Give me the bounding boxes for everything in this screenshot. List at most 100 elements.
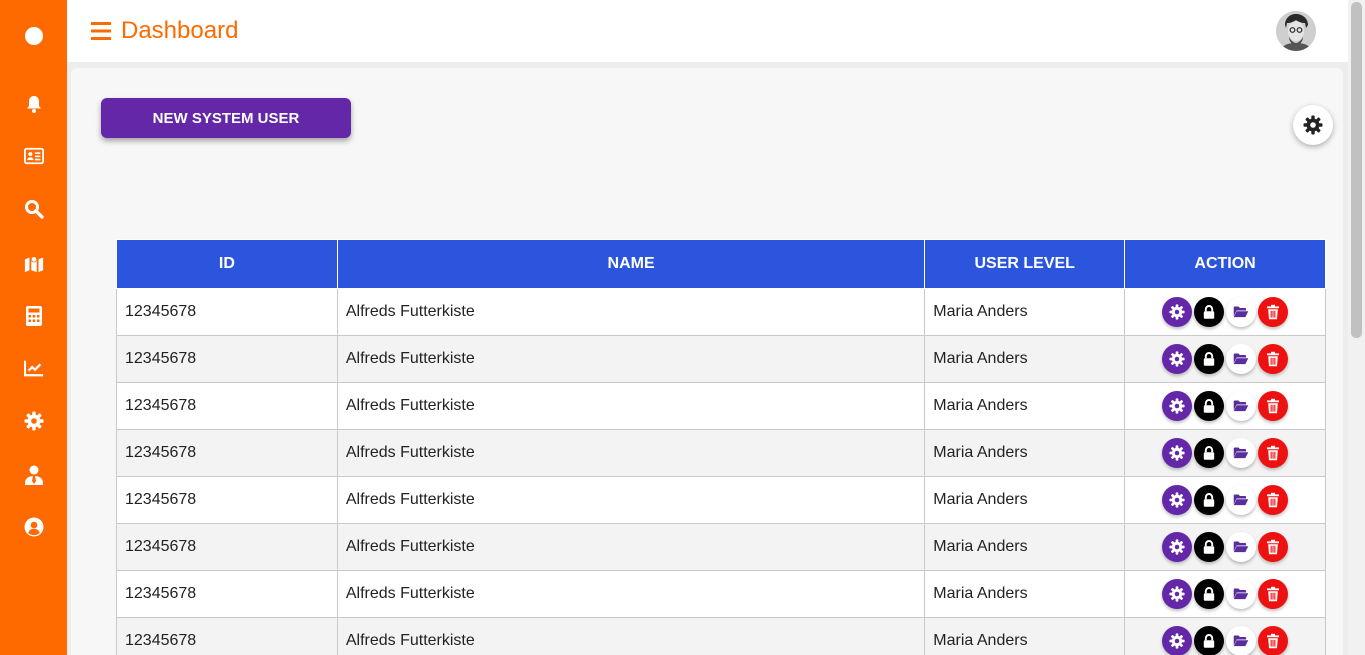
sidebar-item-users[interactable] [0,455,67,495]
cell-user-level: Maria Anders [924,617,1126,655]
column-header-action: ACTION [1124,239,1326,289]
edit-settings-button[interactable] [1162,438,1193,468]
cell-id: 12345678 [116,382,338,430]
delete-user-button[interactable] [1258,485,1289,515]
delete-user-button[interactable] [1258,344,1289,374]
column-header-user-level[interactable]: USER LEVEL [924,239,1126,289]
lock-user-button[interactable] [1194,485,1225,515]
table-row[interactable]: 12345678 Alfreds Futterkiste Maria Anders [116,570,1326,618]
sidebar-item-map[interactable] [0,243,67,283]
lock-user-button[interactable] [1194,579,1225,609]
column-header-name[interactable]: NAME [336,239,926,289]
scrollbar-thumb[interactable] [1351,2,1362,338]
open-folder-button[interactable] [1226,344,1257,374]
sidebar [0,0,67,655]
sidebar-item-calculator[interactable] [0,296,67,336]
edit-settings-button[interactable] [1162,532,1193,562]
open-folder-button[interactable] [1226,297,1257,327]
cell-actions [1124,382,1326,430]
folder-open-icon [1233,447,1249,459]
open-folder-button[interactable] [1226,391,1257,421]
table-row[interactable]: 12345678 Alfreds Futterkiste Maria Anders [116,429,1326,477]
gear-icon [1303,115,1323,135]
table-row[interactable]: 12345678 Alfreds Futterkiste Maria Anders [116,476,1326,524]
table-row[interactable]: 12345678 Alfreds Futterkiste Maria Anders [116,617,1326,655]
cell-actions [1124,523,1326,571]
lock-user-button[interactable] [1194,532,1225,562]
sidebar-item-home[interactable] [0,16,67,56]
folder-open-icon [1233,635,1249,647]
lock-user-button[interactable] [1194,438,1225,468]
table-row[interactable]: 12345678 Alfreds Futterkiste Maria Anders [116,288,1326,336]
page-scrollbar[interactable] [1348,0,1365,655]
cell-id: 12345678 [116,335,338,383]
cell-user-level: Maria Anders [924,288,1126,336]
table-row[interactable]: 12345678 Alfreds Futterkiste Maria Anders [116,382,1326,430]
sidebar-item-profile[interactable] [0,507,67,547]
sidebar-item-search[interactable] [0,189,67,229]
gear-icon [1169,351,1185,367]
avatar[interactable] [1276,11,1316,51]
cell-id: 12345678 [116,523,338,571]
lock-icon [1203,352,1215,366]
user-tie-icon [24,465,43,485]
delete-user-button[interactable] [1258,438,1289,468]
cell-name: Alfreds Futterkiste [336,382,926,430]
edit-settings-button[interactable] [1162,485,1193,515]
chart-line-icon [23,360,43,377]
delete-user-button[interactable] [1258,626,1289,655]
trash-icon [1267,398,1280,414]
cell-actions [1124,570,1326,618]
table-row[interactable]: 12345678 Alfreds Futterkiste Maria Anders [116,335,1326,383]
trash-icon [1267,586,1280,602]
lock-icon [1203,493,1215,507]
gear-icon [1169,539,1185,555]
circle-icon [24,27,43,45]
delete-user-button[interactable] [1258,391,1289,421]
cell-id: 12345678 [116,617,338,655]
edit-settings-button[interactable] [1162,297,1193,327]
lock-icon [1203,540,1215,554]
gear-icon [1169,398,1185,414]
table-row[interactable]: 12345678 Alfreds Futterkiste Maria Anders [116,523,1326,571]
gear-icon [1169,633,1185,649]
bell-icon [26,96,41,113]
delete-user-button[interactable] [1258,532,1289,562]
trash-icon [1267,304,1280,320]
edit-settings-button[interactable] [1162,626,1193,655]
sidebar-item-notifications[interactable] [0,84,67,124]
open-folder-button[interactable] [1226,438,1257,468]
column-header-id[interactable]: ID [116,239,338,289]
cell-name: Alfreds Futterkiste [336,288,926,336]
lock-icon [1203,305,1215,319]
sidebar-item-contacts[interactable] [0,136,67,176]
table-body: 12345678 Alfreds Futterkiste Maria Anders 1… [116,288,1326,655]
cell-name: Alfreds Futterkiste [336,429,926,477]
open-folder-button[interactable] [1226,532,1257,562]
trash-icon [1267,492,1280,508]
lock-user-button[interactable] [1194,344,1225,374]
settings-fab-button[interactable] [1293,105,1333,145]
open-folder-button[interactable] [1226,626,1257,655]
lock-user-button[interactable] [1194,391,1225,421]
lock-user-button[interactable] [1194,626,1225,655]
edit-settings-button[interactable] [1162,579,1193,609]
edit-settings-button[interactable] [1162,391,1193,421]
lock-user-button[interactable] [1194,297,1225,327]
table-header-row: ID NAME USER LEVEL ACTION [116,239,1326,289]
open-folder-button[interactable] [1226,485,1257,515]
sidebar-item-settings[interactable] [0,401,67,441]
search-icon [24,200,44,219]
lock-icon [1203,446,1215,460]
delete-user-button[interactable] [1258,297,1289,327]
gear-icon [1169,586,1185,602]
id-card-icon [23,147,44,165]
user-avatar-image [1276,11,1316,51]
delete-user-button[interactable] [1258,579,1289,609]
sidebar-item-analytics[interactable] [0,348,67,388]
edit-settings-button[interactable] [1162,344,1193,374]
hamburger-menu-icon[interactable] [91,22,111,40]
cell-id: 12345678 [116,476,338,524]
new-system-user-button[interactable]: NEW SYSTEM USER [101,98,351,138]
open-folder-button[interactable] [1226,579,1257,609]
